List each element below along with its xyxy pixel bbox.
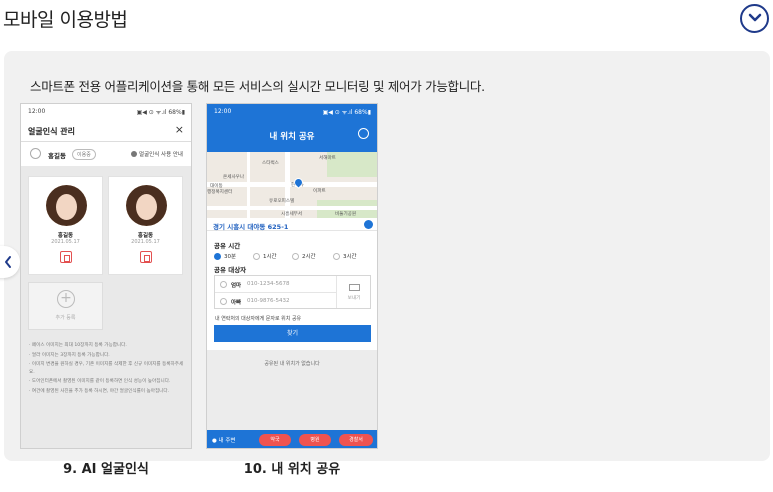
share-target-label: 공유 대상자 — [214, 266, 247, 274]
status-time: 12:00 — [214, 108, 232, 115]
hint-text: 내 연락처의 대상자에게 문자로 위치 공유 — [215, 316, 302, 322]
target-row: 아빠 010-9876-5432 — [215, 293, 336, 310]
screenshot-location-share[interactable]: 12:00 ▣◀ ⊙ ᯤ.ıl 68%▮ 내 위치 공유 스타벅스 서해마트 온… — [206, 103, 378, 449]
section-description: 스마트폰 전용 어플리케이션을 통해 모든 서비스의 실시간 모니터링 및 제어… — [30, 79, 485, 94]
gear-icon — [358, 128, 369, 139]
map-label: 온세사우나 — [223, 175, 245, 180]
screen-title: 얼굴인식 관리 — [28, 127, 75, 136]
radio-2h: 2시간 — [292, 252, 316, 260]
map-label: 스타벅스 — [262, 161, 279, 166]
target-name: 엄마 — [231, 283, 242, 289]
screen-title: 내 위치 공유 — [269, 132, 315, 142]
send-label: 보내기 — [347, 296, 361, 301]
map-label: 서해마트 — [319, 156, 336, 161]
status-time: 12:00 — [28, 108, 46, 115]
notes-list: · 페이스 이미지는 최대 10장까지 등록 가능합니다. · 얼라 이미지는 … — [29, 342, 187, 397]
guide-link: 얼굴인식 사용 안내 — [131, 150, 183, 158]
trash-icon — [60, 251, 72, 263]
target-phone: 010-9876-5432 — [247, 298, 290, 304]
map-label: 비둘기공원 — [335, 212, 357, 217]
info-icon — [131, 151, 138, 157]
note-item: · 이미지 변경을 원하실 경우, 기존 이미지를 삭제한 후 신규 이미지를 … — [29, 362, 184, 375]
section-header: 모바일 이용방법 — [0, 0, 773, 36]
screenshot-caption: 9. AI 얼굴인식 — [63, 462, 149, 477]
pharmacy-button: 약국 — [259, 434, 291, 446]
target-row: 엄마 010-1234-5678 — [215, 276, 336, 293]
note-item: · 얼라 이미지는 3장까지 등록 가능합니다. — [29, 352, 110, 358]
shared-list: 공유된 내 위치가 없습니다 — [207, 350, 377, 430]
send-button: 보내기 — [336, 276, 371, 308]
target-phone: 010-1234-5678 — [247, 281, 290, 287]
radio-3h: 3시간 — [333, 252, 357, 260]
chevron-down-icon — [748, 13, 762, 22]
map-label: 행정복지센터 — [207, 190, 233, 195]
map-label: 이파트 — [313, 189, 326, 194]
envelope-icon — [349, 284, 360, 291]
screenshot-caption: 10. 내 위치 공유 — [243, 462, 341, 477]
target-name: 아빠 — [231, 300, 242, 306]
radio-label: 3시간 — [343, 254, 357, 260]
chevron-left-icon — [5, 256, 11, 268]
radio-label: 2시간 — [302, 254, 316, 260]
note-item: · 페이스 이미지는 최대 10장까지 등록 가능합니다. — [29, 343, 127, 348]
face-list-area: 홍길동 2021.05.17 홍길동 2021.05.17 + 추가 등록 · … — [21, 166, 191, 448]
target-list: 엄마 010-1234-5678 아빠 010-9876-5432 보내기 — [214, 275, 371, 309]
find-button: 찾기 — [214, 325, 371, 342]
trash-icon — [140, 251, 152, 263]
face-date: 2021.05.17 — [51, 239, 80, 245]
user-icon — [30, 148, 41, 159]
face-name: 홍길동 — [57, 233, 74, 239]
face-name: 홍길동 — [137, 233, 154, 239]
face-card: 홍길동 2021.05.17 — [28, 176, 103, 275]
radio-label: 1시간 — [263, 254, 277, 260]
close-icon: × — [174, 123, 184, 136]
note-item: · 여건에 촬영된 사진을 추가 등록 하시면, 야간 얼굴인식률이 높아집니다… — [29, 388, 170, 394]
face-date: 2021.05.17 — [131, 239, 160, 245]
collapse-button[interactable] — [740, 4, 769, 33]
map: 스타벅스 서해마트 온세사우나 대이동 행정복지센터 한국타 이파트 유로오피스… — [207, 152, 377, 218]
status-icons: ▣◀ ⊙ ᯤ.ıl 68%▮ — [322, 109, 371, 116]
nearby-label: ● 내 주변 — [212, 438, 236, 444]
user-row: 홍길동 이용중 얼굴인식 사용 안내 — [21, 142, 191, 166]
bottom-bar: ● 내 주변 약국 병원 경찰서 — [207, 430, 377, 448]
face-photo — [126, 185, 167, 226]
face-card: 홍길동 2021.05.17 — [108, 176, 183, 275]
address-bar: 경기 시흥시 대야동 625-1 — [207, 218, 377, 231]
radio — [220, 281, 227, 288]
radio-1h: 1시간 — [253, 252, 277, 260]
radio-label: 30분 — [224, 254, 237, 260]
empty-message: 공유된 내 위치가 없습니다 — [264, 361, 320, 367]
status-icons: ▣◀ ⊙ ᯤ.ıl 68%▮ — [136, 109, 185, 116]
add-label: 추가 등록 — [55, 315, 76, 321]
police-button: 경찰서 — [339, 434, 373, 446]
map-label: 시흥세무서 — [281, 212, 303, 217]
plus-icon: + — [57, 290, 75, 308]
face-photo — [46, 185, 87, 226]
note-item: · 도어인터폰에서 촬영된 이미지를 같이 등록하면 인식 성능이 높아집니다. — [29, 379, 171, 384]
guide-label: 얼굴인식 사용 안내 — [139, 152, 183, 158]
status-badge: 이용중 — [72, 149, 96, 160]
app-header: 12:00 ▣◀ ⊙ ᯤ.ıl 68%▮ 내 위치 공유 — [207, 104, 377, 152]
screenshot-face-recognition[interactable]: 12:00 ▣◀ ⊙ ᯤ.ıl 68%▮ 얼굴인식 관리 × 홍길동 이용중 얼… — [20, 103, 192, 449]
map-label: 유로오피스텔 — [269, 199, 295, 204]
address-text: 경기 시흥시 대야동 625-1 — [213, 223, 289, 231]
hospital-button: 병원 — [299, 434, 331, 446]
user-name: 홍길동 — [48, 152, 66, 160]
section-title: 모바일 이용방법 — [3, 9, 128, 31]
status-bar: 12:00 ▣◀ ⊙ ᯤ.ıl 68%▮ — [21, 104, 191, 118]
navigation-icon — [364, 220, 373, 229]
add-face-card: + 추가 등록 — [28, 282, 103, 330]
status-bar: 12:00 ▣◀ ⊙ ᯤ.ıl 68%▮ — [207, 104, 377, 118]
radio-30min: 30분 — [214, 252, 236, 260]
radio — [220, 298, 227, 305]
share-time-label: 공유 시간 — [214, 242, 241, 250]
